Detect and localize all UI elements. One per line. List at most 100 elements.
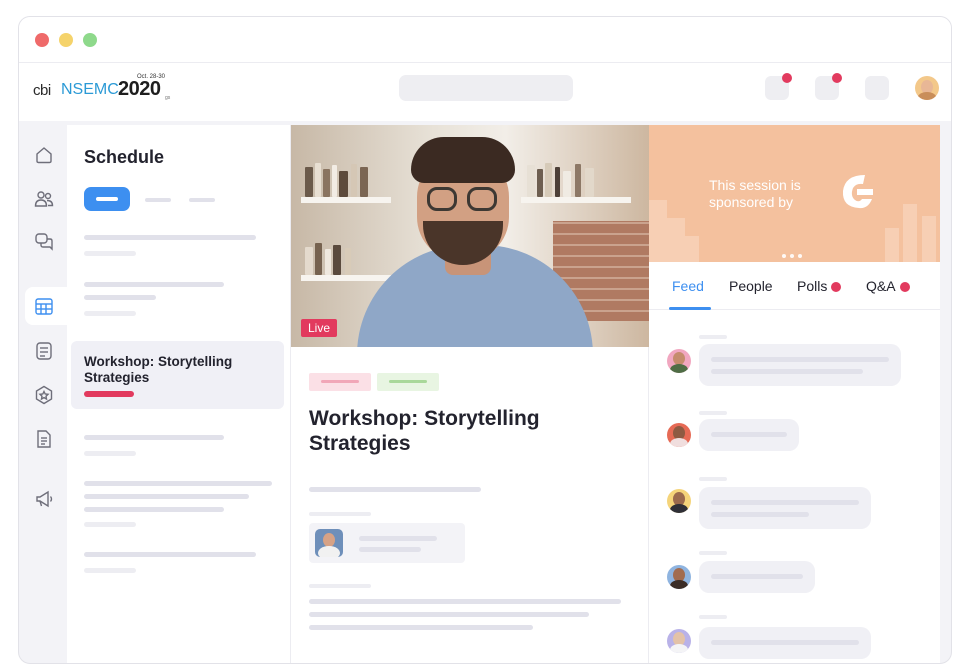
schedule-filter[interactable]: [189, 198, 215, 202]
placeholder-line: [359, 536, 437, 541]
placeholder-line: [309, 625, 533, 630]
placeholder-line: [309, 612, 589, 617]
schedule-item-title: Workshop: Storytelling Strategies: [84, 354, 233, 385]
settings-icon[interactable]: [865, 76, 889, 100]
tab-polls[interactable]: Polls: [797, 278, 842, 294]
avatar-body: [318, 546, 340, 557]
sponsor-text: This session is sponsored by: [709, 177, 801, 210]
avatar-body: [670, 438, 688, 447]
message-bubble: [699, 627, 871, 659]
user-avatar[interactable]: [915, 76, 939, 100]
placeholder-line: [309, 584, 371, 588]
speaker-glasses: [427, 187, 457, 211]
close-window-button[interactable]: [35, 33, 49, 47]
avatar-body: [670, 364, 688, 373]
left-nav-rail: [19, 121, 67, 663]
avatar: [667, 565, 691, 589]
schedule-item-active[interactable]: Workshop: Storytelling Strategies: [71, 341, 284, 409]
notification-badge: [782, 73, 792, 83]
schedule-filter[interactable]: [145, 198, 171, 202]
search-input[interactable]: [399, 75, 573, 101]
tab-notification-dot: [831, 282, 842, 292]
sponsor-banner[interactable]: This session is sponsored by: [649, 125, 940, 262]
placeholder-line: [359, 547, 421, 552]
home-icon[interactable]: [34, 145, 54, 165]
message-bubble: [699, 561, 815, 593]
minimize-window-button[interactable]: [59, 33, 73, 47]
placeholder-line: [84, 522, 136, 527]
chat-icon[interactable]: [34, 231, 54, 251]
tab-notification-dot: [899, 282, 910, 292]
session-panel: Live Workshop: Storytelling Strategies: [291, 125, 649, 663]
speaker-card[interactable]: [309, 523, 465, 563]
placeholder-line: [84, 435, 224, 440]
video-player[interactable]: Live: [291, 125, 649, 347]
avatar: [667, 629, 691, 653]
banner-decoration: [885, 228, 899, 262]
live-indicator-bar: [84, 391, 134, 397]
schedule-title: Schedule: [84, 147, 165, 167]
shelf: [301, 197, 391, 203]
logo-year: 2020: [118, 78, 161, 100]
shelf: [301, 275, 391, 281]
message-bubble: [699, 419, 799, 451]
placeholder-line: [84, 481, 272, 486]
session-tag[interactable]: [377, 373, 439, 391]
tab-label: People: [729, 278, 773, 294]
placeholder-line: [711, 369, 863, 374]
books: [305, 243, 385, 275]
announcement-icon[interactable]: [34, 489, 54, 509]
placeholder-line: [84, 507, 224, 512]
placeholder-line: [84, 311, 136, 316]
carousel-dots[interactable]: [782, 245, 806, 262]
avatar-body: [670, 504, 688, 513]
placeholder-line: [309, 599, 621, 604]
event-logo[interactable]: cbi NSEMC 2020 Oct. 28-30 gs: [33, 73, 175, 107]
avatar-body: [917, 92, 937, 100]
document-icon[interactable]: [34, 429, 54, 449]
logo-name: NSEMC: [61, 81, 119, 98]
speaker-hair: [411, 137, 515, 183]
maximize-window-button[interactable]: [83, 33, 97, 47]
placeholder-line: [309, 487, 481, 492]
avatar: [667, 489, 691, 513]
active-tab-indicator: [669, 307, 711, 310]
schedule-icon[interactable]: [34, 296, 54, 316]
placeholder-line: [699, 551, 727, 555]
placeholder-line: [84, 568, 136, 573]
engagement-tabs: Feed People Polls Q&A: [649, 262, 940, 310]
avatar: [667, 349, 691, 373]
placeholder-line: [84, 494, 249, 499]
people-icon[interactable]: [34, 189, 54, 209]
tab-people[interactable]: People: [729, 278, 773, 294]
messages-icon[interactable]: [815, 73, 842, 100]
placeholder-line: [84, 251, 136, 256]
placeholder-line: [711, 640, 859, 645]
agenda-icon[interactable]: [34, 341, 54, 361]
avatar: [667, 423, 691, 447]
tab-label: Polls: [797, 278, 828, 294]
banner-decoration: [685, 236, 699, 262]
placeholder-line: [84, 235, 256, 240]
placeholder-line: [711, 357, 889, 362]
notifications-icon[interactable]: [765, 73, 792, 100]
badge-icon[interactable]: [34, 385, 54, 405]
placeholder-line: [711, 500, 859, 505]
logo-prefix: cbi: [33, 82, 51, 99]
books: [305, 161, 385, 197]
avatar-body: [670, 644, 688, 653]
logo-suffix: gs: [165, 95, 171, 101]
banner-decoration: [903, 204, 917, 262]
tab-feed[interactable]: Feed: [672, 278, 704, 294]
logo-date: Oct. 28-30: [137, 74, 166, 80]
avatar-body: [670, 580, 688, 589]
placeholder-line: [699, 615, 727, 619]
placeholder-line: [84, 552, 256, 557]
app-window: cbi NSEMC 2020 Oct. 28-30 gs Schedule Wo…: [18, 16, 952, 664]
tab-qa[interactable]: Q&A: [866, 278, 910, 294]
banner-decoration: [649, 200, 667, 262]
placeholder-line: [84, 295, 156, 300]
session-tag[interactable]: [309, 373, 371, 391]
schedule-filter-active[interactable]: [84, 187, 130, 211]
speaker-avatar: [315, 529, 343, 557]
